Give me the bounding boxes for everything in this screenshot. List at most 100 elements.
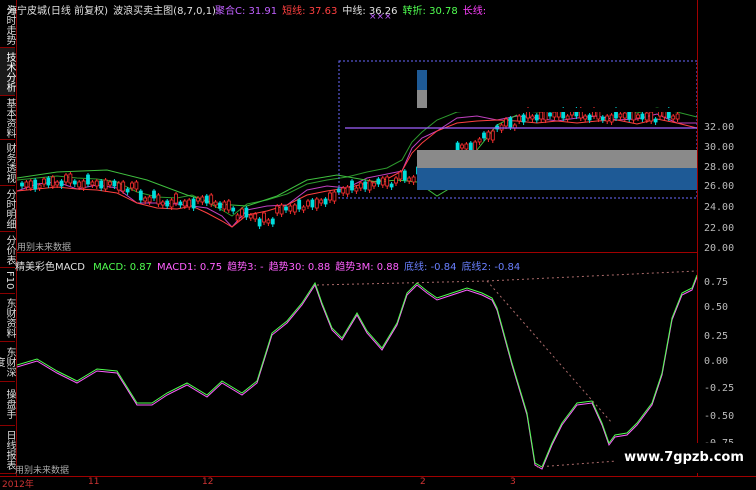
candle-body	[59, 180, 64, 187]
candle-body	[490, 130, 495, 141]
macd-value-2: 趋势3: -	[227, 262, 264, 273]
candle-body	[94, 180, 99, 187]
macd-value-1: MACD1: 0.75	[156, 262, 223, 273]
candle-body	[37, 184, 42, 189]
candle-body	[380, 177, 385, 186]
candle-body	[319, 199, 324, 204]
candle-body	[543, 110, 548, 121]
candle-body	[609, 114, 614, 123]
value-axis: 32.00 30.00 28.00 26.00 24.00 22.00 20.00 0.75 0…	[697, 0, 756, 476]
candle-body	[504, 118, 508, 127]
candle-body	[152, 190, 156, 199]
candle-body	[328, 192, 332, 201]
price-tick: 20.00	[704, 243, 735, 254]
candle-body	[55, 181, 60, 186]
tab-5[interactable]: 分价表	[0, 232, 15, 268]
price-tick: 22.00	[704, 223, 735, 234]
time-label: 2012年	[2, 480, 34, 490]
candle-body	[24, 181, 29, 188]
candle-body	[240, 208, 244, 217]
candle-body	[292, 204, 297, 213]
candle-body	[636, 114, 640, 119]
candle-body	[130, 182, 134, 189]
candle-body	[77, 181, 82, 188]
candle-body	[270, 218, 275, 225]
macd-future-note: 用别未来数据	[15, 466, 70, 476]
candle-body	[266, 219, 271, 224]
tab-9[interactable]: 操盘手	[0, 382, 15, 426]
candle-body	[297, 199, 302, 210]
tab-6[interactable]: F10	[0, 268, 15, 294]
candle-body	[341, 187, 346, 194]
candle-body	[125, 188, 130, 193]
tab-10[interactable]: 日线报表	[0, 426, 15, 474]
candle-body	[530, 115, 535, 120]
candle-body	[50, 176, 55, 187]
candle-body	[218, 202, 222, 209]
candle-body	[358, 182, 363, 189]
candle-body	[649, 111, 654, 122]
candle-body	[653, 118, 658, 123]
candle-body	[204, 195, 209, 204]
price-pane[interactable]: 海宁皮城(日线 前复权) 波浪买卖主图(8,7,0,1) 聚合C: 31.91 短…	[7, 0, 697, 253]
candle-body	[345, 186, 350, 195]
candle-body	[354, 187, 359, 192]
candle-body	[169, 199, 174, 208]
tab-1[interactable]: 技术分析	[0, 48, 15, 96]
macd-tick: 0.75	[704, 277, 729, 288]
candle-body	[477, 138, 482, 143]
candle-body	[213, 201, 218, 206]
price-band-blue	[417, 168, 697, 190]
candle-body	[548, 112, 552, 117]
price-tick: 30.00	[704, 142, 735, 153]
candle-body	[486, 131, 491, 140]
candle-body	[482, 132, 486, 139]
candle-body	[539, 111, 544, 120]
candle-body	[103, 179, 108, 190]
candle-body	[671, 115, 676, 120]
candle-body	[108, 181, 112, 186]
candle-body	[275, 205, 280, 214]
candle-body	[402, 170, 407, 181]
candle-body	[138, 190, 143, 201]
candle-body	[627, 111, 632, 120]
candle-body	[209, 194, 214, 205]
candle-body	[235, 214, 240, 221]
candle-body	[33, 179, 38, 190]
trend-dotted-upper	[316, 280, 613, 424]
volume-block-gray	[417, 90, 427, 108]
candle-body	[284, 206, 288, 211]
candle-body	[72, 180, 77, 185]
candle-body	[112, 180, 117, 187]
candle-body	[68, 173, 73, 184]
candle-body	[187, 199, 192, 208]
candle-body	[121, 181, 126, 192]
macd-pane[interactable]: 用别未来数据	[15, 253, 697, 476]
candle-body	[367, 180, 372, 191]
watermark: www.7gpzb.com	[614, 443, 754, 473]
candle-body	[411, 176, 416, 183]
tab-2[interactable]: 基本资料	[0, 96, 15, 140]
candle-body	[301, 206, 306, 211]
candle-body	[147, 196, 152, 203]
candle-body	[306, 200, 310, 207]
macd-value-6: 底线2: -0.84	[461, 262, 521, 273]
tab-3[interactable]: 财务透视	[0, 140, 15, 186]
candle-body	[28, 180, 33, 189]
macd-tick: -0.50	[704, 411, 735, 422]
candle-body	[244, 207, 249, 218]
candle-body	[460, 144, 464, 149]
tab-8[interactable]: 东财深度	[0, 342, 15, 382]
candle-body	[46, 177, 51, 186]
candle-body	[631, 110, 636, 121]
candle-body	[257, 218, 262, 227]
candle-body	[372, 182, 376, 187]
price-tick: 26.00	[704, 181, 735, 192]
chart-area: 海宁皮城(日线 前复权) 波浪买卖主图(8,7,0,1) 聚合C: 31.91 短…	[7, 0, 697, 476]
macd-value-3: 趋势30: 0.88	[268, 262, 331, 273]
tab-7[interactable]: 东财资料	[0, 294, 15, 342]
candle-body	[116, 182, 121, 191]
candle-body	[323, 198, 328, 205]
candle-body	[191, 198, 196, 209]
tab-4[interactable]: 分时明细	[0, 186, 15, 232]
